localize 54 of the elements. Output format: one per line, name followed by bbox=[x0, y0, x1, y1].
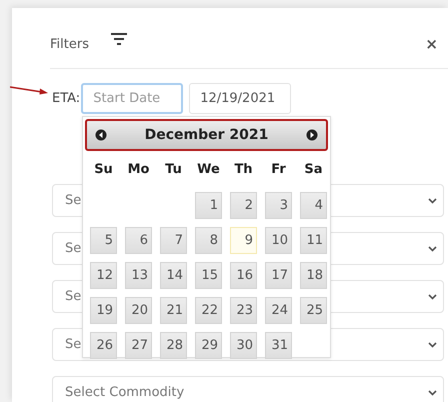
day-cell[interactable]: 27 bbox=[125, 332, 152, 359]
day-cell[interactable]: 19 bbox=[90, 297, 117, 324]
day-cell[interactable]: 4 bbox=[300, 192, 327, 219]
chevron-icon bbox=[428, 342, 437, 348]
day-cell[interactable]: 15 bbox=[195, 262, 222, 289]
day-cell[interactable]: 18 bbox=[300, 262, 327, 289]
previous-month-icon[interactable] bbox=[95, 129, 107, 141]
day-cell[interactable]: 7 bbox=[160, 227, 187, 254]
day-cell[interactable]: 3 bbox=[265, 192, 292, 219]
weekday-label: Mo bbox=[126, 162, 150, 176]
weekday-label: Th bbox=[233, 162, 254, 176]
close-button[interactable]: × bbox=[423, 35, 440, 53]
chevron-icon bbox=[428, 198, 437, 204]
day-cell[interactable]: 22 bbox=[195, 297, 222, 324]
select-dropdown[interactable]: Select Commodity bbox=[52, 376, 444, 402]
chevron-icon bbox=[428, 390, 437, 396]
day-cell[interactable]: 12 bbox=[90, 262, 117, 289]
day-cell[interactable]: 16 bbox=[230, 262, 257, 289]
day-cell[interactable]: 31 bbox=[265, 332, 292, 359]
weekday-label: Su bbox=[93, 162, 114, 176]
day-cell[interactable]: 8 bbox=[195, 227, 222, 254]
day-cell[interactable]: 24 bbox=[265, 297, 292, 324]
day-cell[interactable]: 9 bbox=[230, 227, 257, 254]
chevron-icon bbox=[428, 246, 437, 252]
eta-label: ETA: bbox=[52, 90, 80, 106]
chevron-icon bbox=[428, 294, 437, 300]
next-month-icon[interactable] bbox=[306, 129, 318, 141]
day-cell[interactable]: 5 bbox=[90, 227, 117, 254]
day-cell[interactable]: 10 bbox=[265, 227, 292, 254]
weekday-label: Tu bbox=[164, 162, 183, 176]
day-cell[interactable]: 13 bbox=[125, 262, 152, 289]
day-cell[interactable]: 14 bbox=[160, 262, 187, 289]
day-cell[interactable]: 1 bbox=[195, 192, 222, 219]
day-cell[interactable]: 26 bbox=[90, 332, 117, 359]
day-cell[interactable]: 21 bbox=[160, 297, 187, 324]
weekday-label: Sa bbox=[303, 162, 324, 176]
day-cell[interactable]: 20 bbox=[125, 297, 152, 324]
day-cell[interactable]: 6 bbox=[125, 227, 152, 254]
end-date-field[interactable]: 12/19/2021 bbox=[189, 82, 292, 114]
day-cell[interactable]: 30 bbox=[230, 332, 257, 359]
weekday-label: We bbox=[196, 162, 221, 176]
day-cell[interactable]: 28 bbox=[160, 332, 187, 359]
day-cell[interactable]: 25 bbox=[300, 297, 327, 324]
month-title: December 2021 bbox=[144, 127, 268, 143]
day-cell[interactable]: 2 bbox=[230, 192, 257, 219]
day-cell[interactable]: 29 bbox=[195, 332, 222, 359]
filter-icon[interactable] bbox=[110, 33, 127, 45]
day-cell[interactable]: 23 bbox=[230, 297, 257, 324]
arrow-icon bbox=[10, 86, 48, 95]
panel-title: Filters bbox=[50, 36, 89, 52]
weekday-label: Fr bbox=[270, 162, 287, 176]
day-cell[interactable]: 11 bbox=[300, 227, 327, 254]
start-date-field[interactable]: Start Date bbox=[81, 82, 184, 114]
day-cell[interactable]: 17 bbox=[265, 262, 292, 289]
